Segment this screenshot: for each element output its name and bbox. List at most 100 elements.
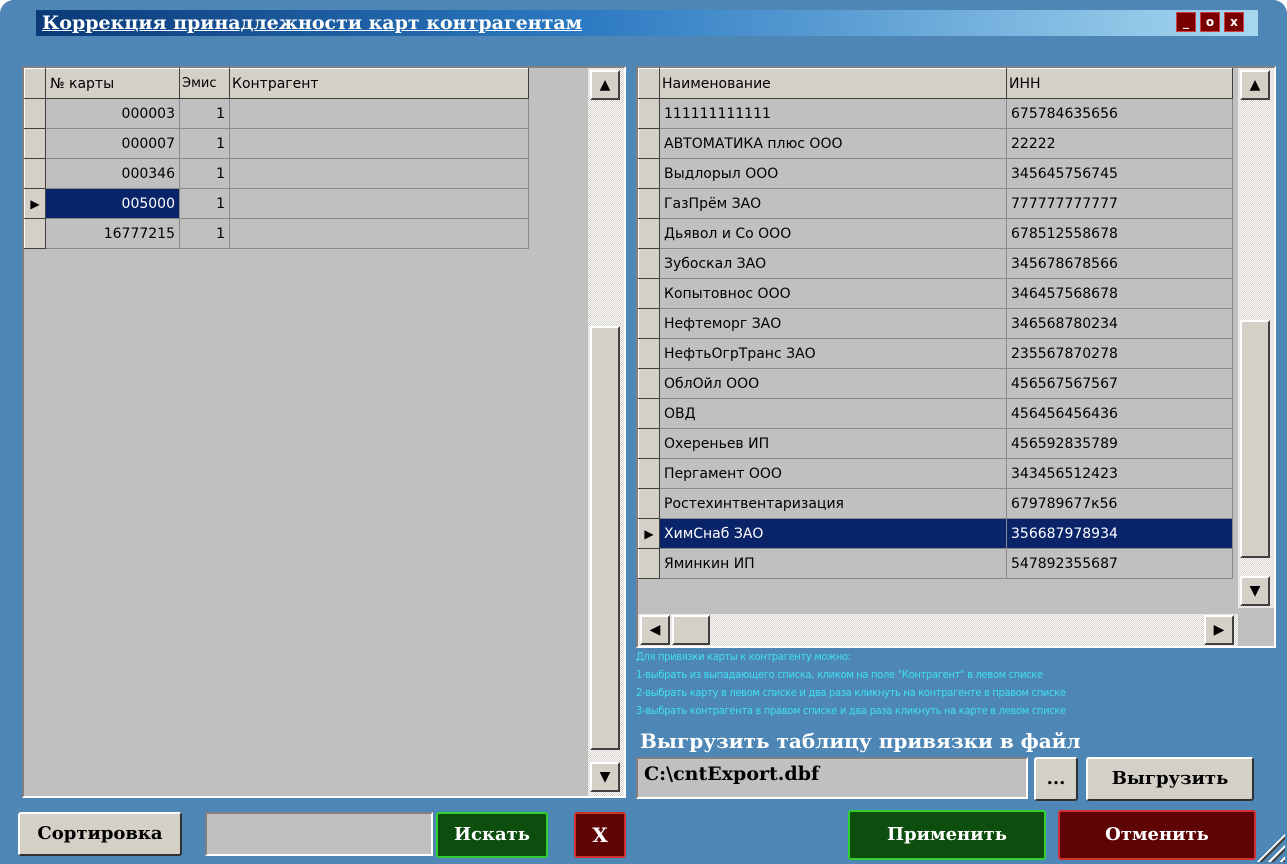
row-indicator[interactable]: [638, 308, 660, 339]
close-button[interactable]: x: [1224, 12, 1244, 32]
inn-cell[interactable]: 345678678566: [1006, 248, 1233, 279]
horizontal-scroll-thumb[interactable]: [672, 615, 710, 645]
inn-cell[interactable]: 679789677к56: [1006, 488, 1233, 519]
name-cell[interactable]: 111111111111: [659, 98, 1007, 129]
row-indicator[interactable]: [638, 158, 660, 189]
contractor-cell[interactable]: [229, 158, 529, 189]
table-row[interactable]: ОблОйл ООО 456567567567: [638, 368, 1233, 399]
name-cell[interactable]: НефтьОгрТранс ЗАО: [659, 338, 1007, 369]
name-cell[interactable]: Копытовнос ООО: [659, 278, 1007, 309]
emis-cell[interactable]: 1: [179, 218, 230, 249]
emis-cell[interactable]: 1: [179, 98, 230, 129]
contractor-cell[interactable]: [229, 128, 529, 159]
row-indicator[interactable]: [638, 488, 660, 519]
minimize-button[interactable]: _: [1176, 12, 1196, 32]
name-cell[interactable]: Нефтеморг ЗАО: [659, 308, 1007, 339]
inn-cell[interactable]: 777777777777: [1006, 188, 1233, 219]
table-row[interactable]: 16777215 1: [24, 218, 529, 249]
table-row[interactable]: 000007 1: [24, 128, 529, 159]
search-input[interactable]: [205, 812, 433, 856]
inn-cell[interactable]: 547892355687: [1006, 548, 1233, 579]
row-indicator[interactable]: [24, 128, 46, 159]
row-indicator[interactable]: [24, 218, 46, 249]
sort-button[interactable]: Сортировка: [18, 812, 182, 856]
table-row-selected[interactable]: ▶ ХимСнаб ЗАО 356687978934: [638, 518, 1233, 549]
contractors-vertical-scrollbar[interactable]: ▲ ▼: [1238, 68, 1274, 608]
contractor-cell[interactable]: [229, 98, 529, 129]
row-indicator[interactable]: [24, 158, 46, 189]
scroll-down-button[interactable]: ▼: [1240, 576, 1270, 606]
inn-cell[interactable]: 346568780234: [1006, 308, 1233, 339]
table-row[interactable]: Зубоскал ЗАО 345678678566: [638, 248, 1233, 279]
card-number-cell[interactable]: 000007: [45, 128, 180, 159]
column-header-emis[interactable]: Эмис: [179, 68, 230, 99]
contractor-cell[interactable]: [229, 188, 529, 219]
table-row[interactable]: Ростехинтвентаризация 679789677к56: [638, 488, 1233, 519]
row-indicator[interactable]: [638, 398, 660, 429]
column-header-inn[interactable]: ИНН: [1006, 68, 1233, 99]
table-row[interactable]: ОВД 456456456436: [638, 398, 1233, 429]
card-number-cell[interactable]: 005000: [45, 188, 180, 219]
name-cell[interactable]: Дьявол и Со ООО: [659, 218, 1007, 249]
resize-grip-icon[interactable]: [1251, 828, 1285, 862]
row-indicator[interactable]: [638, 218, 660, 249]
name-cell[interactable]: Выдлорыл ООО: [659, 158, 1007, 189]
row-indicator[interactable]: [638, 458, 660, 489]
apply-button[interactable]: Применить: [848, 810, 1046, 860]
table-row[interactable]: НефтьОгрТранс ЗАО 235567870278: [638, 338, 1233, 369]
table-row[interactable]: 000346 1: [24, 158, 529, 189]
inn-cell[interactable]: 345645756745: [1006, 158, 1233, 189]
row-indicator[interactable]: [638, 248, 660, 279]
table-row[interactable]: АВТОМАТИКА плюс ООО 22222: [638, 128, 1233, 159]
table-row[interactable]: Яминкин ИП 547892355687: [638, 548, 1233, 579]
row-indicator[interactable]: [638, 548, 660, 579]
row-indicator[interactable]: [638, 278, 660, 309]
table-row[interactable]: Охереньев ИП 456592835789: [638, 428, 1233, 459]
inn-cell[interactable]: 343456512423: [1006, 458, 1233, 489]
name-cell[interactable]: ГазПрём ЗАО: [659, 188, 1007, 219]
table-row[interactable]: Пергамент ООО 343456512423: [638, 458, 1233, 489]
scroll-right-button[interactable]: ▶: [1204, 615, 1234, 645]
title-bar[interactable]: Коррекция принадлежности карт контрагент…: [0, 0, 1287, 42]
card-number-cell[interactable]: 16777215: [45, 218, 180, 249]
scroll-up-button[interactable]: ▲: [590, 70, 620, 100]
inn-cell[interactable]: 356687978934: [1006, 518, 1233, 549]
scroll-down-button[interactable]: ▼: [590, 762, 620, 792]
table-row[interactable]: Дьявол и Со ООО 678512558678: [638, 218, 1233, 249]
export-button[interactable]: Выгрузить: [1086, 757, 1254, 801]
inn-cell[interactable]: 456592835789: [1006, 428, 1233, 459]
name-cell[interactable]: ОблОйл ООО: [659, 368, 1007, 399]
name-cell[interactable]: Пергамент ООО: [659, 458, 1007, 489]
inn-cell[interactable]: 456567567567: [1006, 368, 1233, 399]
emis-cell[interactable]: 1: [179, 158, 230, 189]
name-cell[interactable]: Яминкин ИП: [659, 548, 1007, 579]
name-cell[interactable]: Охереньев ИП: [659, 428, 1007, 459]
row-indicator[interactable]: [24, 98, 46, 129]
name-cell[interactable]: АВТОМАТИКА плюс ООО: [659, 128, 1007, 159]
row-indicator-current[interactable]: ▶: [638, 518, 660, 549]
inn-cell[interactable]: 456456456436: [1006, 398, 1233, 429]
table-row[interactable]: Выдлорыл ООО 345645756745: [638, 158, 1233, 189]
name-cell[interactable]: ХимСнаб ЗАО: [659, 518, 1007, 549]
table-row[interactable]: Нефтеморг ЗАО 346568780234: [638, 308, 1233, 339]
row-indicator[interactable]: [638, 128, 660, 159]
row-indicator-current[interactable]: ▶: [24, 188, 46, 219]
table-row[interactable]: 111111111111 675784635656: [638, 98, 1233, 129]
row-indicator[interactable]: [638, 338, 660, 369]
scroll-left-button[interactable]: ◀: [640, 615, 670, 645]
row-indicator[interactable]: [638, 428, 660, 459]
contractors-horizontal-scrollbar[interactable]: ◀ ▶: [638, 614, 1238, 646]
name-cell[interactable]: ОВД: [659, 398, 1007, 429]
scroll-thumb[interactable]: [590, 326, 620, 750]
inn-cell[interactable]: 346457568678: [1006, 278, 1233, 309]
contractor-cell[interactable]: [229, 218, 529, 249]
column-header-name[interactable]: Наименование: [659, 68, 1007, 99]
column-header-card-number[interactable]: № карты: [45, 68, 180, 99]
name-cell[interactable]: Ростехинтвентаризация: [659, 488, 1007, 519]
row-indicator[interactable]: [638, 188, 660, 219]
card-number-cell[interactable]: 000003: [45, 98, 180, 129]
table-row[interactable]: Копытовнос ООО 346457568678: [638, 278, 1233, 309]
row-indicator[interactable]: [638, 98, 660, 129]
inn-cell[interactable]: 235567870278: [1006, 338, 1233, 369]
emis-cell[interactable]: 1: [179, 128, 230, 159]
